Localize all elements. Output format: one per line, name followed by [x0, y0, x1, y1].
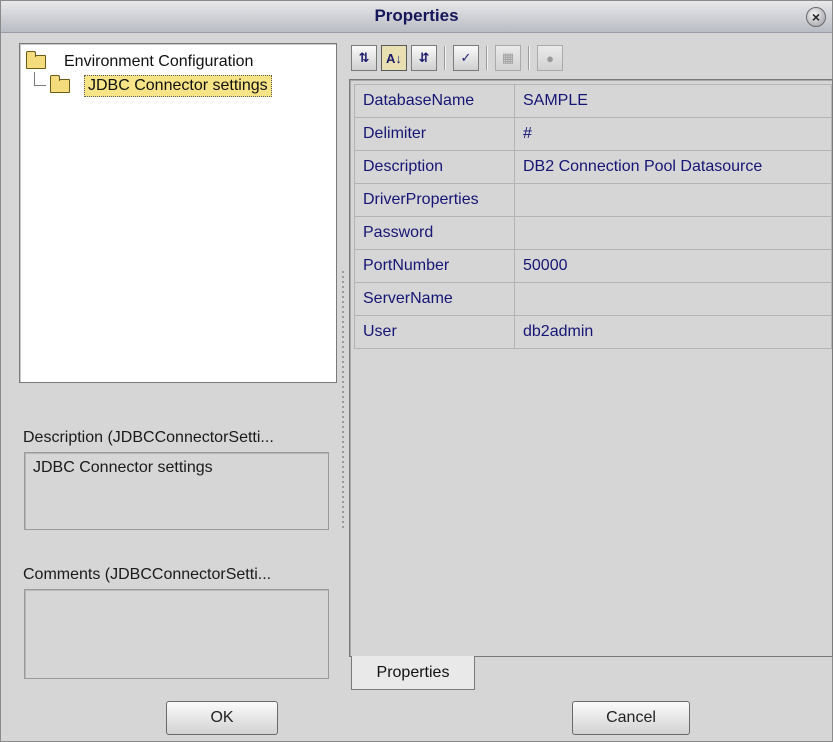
sort-by-type-icon: ⇵: [418, 50, 430, 65]
sort-default-icon: ⇅: [358, 50, 370, 65]
table-row[interactable]: Description DB2 Connection Pool Datasour…: [354, 150, 832, 184]
property-value[interactable]: 50000: [514, 249, 832, 283]
splitter-handle[interactable]: [342, 271, 344, 531]
property-name: PortNumber: [354, 249, 515, 283]
title-bar[interactable]: Properties ×: [1, 1, 832, 33]
sort-alphabetical-button[interactable]: A↓: [381, 45, 407, 71]
toolbar-separator: [486, 46, 488, 70]
tree-node-environment-configuration[interactable]: Environment Configuration: [26, 50, 253, 74]
sort-default-button[interactable]: ⇅: [351, 45, 377, 71]
table-row[interactable]: Password: [354, 216, 832, 250]
toolbar-separator: [444, 46, 446, 70]
property-value[interactable]: db2admin: [514, 315, 832, 349]
table-row[interactable]: PortNumber 50000: [354, 249, 832, 283]
disabled-grid-button[interactable]: ▦: [495, 45, 521, 71]
property-value[interactable]: [514, 216, 832, 250]
toolbar-separator: [528, 46, 530, 70]
table-row[interactable]: User db2admin: [354, 315, 832, 349]
table-row[interactable]: ServerName: [354, 282, 832, 316]
configuration-tree[interactable]: Environment Configuration JDBC Connector…: [19, 43, 337, 383]
sort-by-type-button[interactable]: ⇵: [411, 45, 437, 71]
cancel-button[interactable]: Cancel: [572, 701, 690, 735]
disabled-help-button[interactable]: ●: [537, 45, 563, 71]
table-row[interactable]: DatabaseName SAMPLE: [354, 84, 832, 118]
property-value[interactable]: [514, 282, 832, 316]
property-name: ServerName: [354, 282, 515, 316]
show-editable-button[interactable]: ✓: [453, 45, 479, 71]
property-grid-panel: DatabaseName SAMPLE Delimiter # Descript…: [349, 79, 833, 657]
property-value[interactable]: #: [514, 117, 832, 151]
properties-toolbar: ⇅ A↓ ⇵ ✓ ▦ ●: [351, 43, 563, 73]
close-button[interactable]: ×: [806, 7, 826, 27]
disabled-help-icon: ●: [546, 50, 554, 66]
property-name: Password: [354, 216, 515, 250]
property-value[interactable]: SAMPLE: [514, 84, 832, 118]
disabled-grid-icon: ▦: [501, 50, 515, 65]
tree-connector-line: [34, 72, 46, 86]
comments-field[interactable]: [24, 589, 329, 679]
properties-dialog: Properties × Environment Configuration J…: [0, 0, 833, 742]
folder-icon: [26, 51, 46, 69]
property-name: Description: [354, 150, 515, 184]
property-name: Delimiter: [354, 117, 515, 151]
property-grid: DatabaseName SAMPLE Delimiter # Descript…: [354, 84, 832, 349]
description-label: Description (JDBCConnectorSetti...: [23, 429, 274, 446]
dialog-title: Properties: [374, 6, 459, 25]
tree-node-label: Environment Configuration: [64, 53, 254, 70]
property-name: DatabaseName: [354, 84, 515, 118]
property-value[interactable]: DB2 Connection Pool Datasource: [514, 150, 832, 184]
property-name: DriverProperties: [354, 183, 515, 217]
property-name: User: [354, 315, 515, 349]
comments-label: Comments (JDBCConnectorSetti...: [23, 566, 272, 583]
description-field[interactable]: JDBC Connector settings: [24, 452, 329, 530]
folder-icon: [50, 75, 70, 93]
sort-alphabetical-icon: A↓: [386, 50, 402, 66]
tree-node-jdbc-connector-settings[interactable]: JDBC Connector settings: [50, 74, 272, 98]
tab-properties[interactable]: Properties: [351, 656, 475, 690]
table-row[interactable]: DriverProperties: [354, 183, 832, 217]
tree-node-label: JDBC Connector settings: [84, 75, 272, 97]
property-value[interactable]: [514, 183, 832, 217]
show-editable-icon: ✓: [460, 50, 472, 65]
table-row[interactable]: Delimiter #: [354, 117, 832, 151]
ok-button[interactable]: OK: [166, 701, 278, 735]
close-icon: ×: [811, 9, 821, 25]
